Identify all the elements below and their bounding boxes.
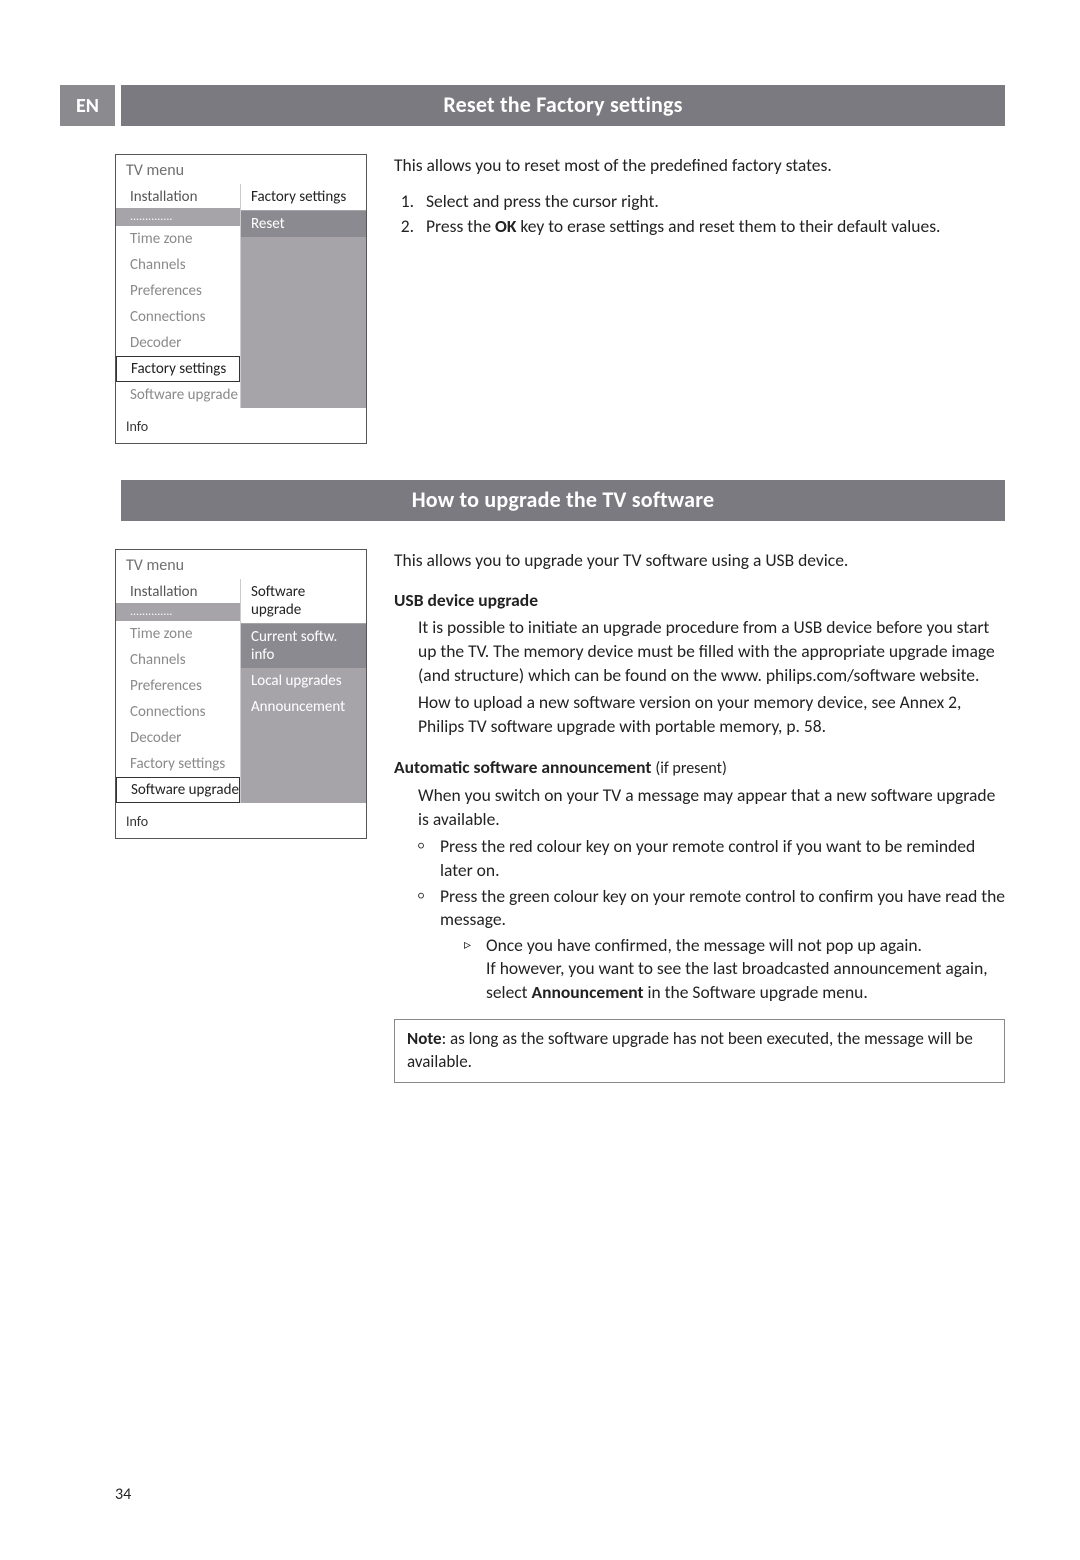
menu-right-head: Software upgrade: [241, 579, 366, 624]
menu-right-head: Factory settings: [241, 184, 366, 211]
menu-item-selected: Software upgrade: [116, 777, 240, 803]
menu-item: Factory settings: [116, 751, 240, 777]
heading-row-1: EN Reset the Factory settings: [60, 85, 1005, 126]
menu-right-item: Current softw. info: [241, 624, 366, 668]
menu-item: Time zone: [116, 621, 240, 647]
section-title-2: How to upgrade the TV software: [121, 480, 1005, 521]
menu-item: Preferences: [116, 673, 240, 699]
menu-item: Connections: [116, 699, 240, 725]
menu-right-item: Announcement: [241, 694, 366, 720]
menu-footer: Info: [116, 803, 366, 838]
menu-subhead: Installation: [116, 184, 240, 208]
menu-item: Channels: [116, 647, 240, 673]
menu-title: TV menu: [116, 155, 366, 184]
section-title-1: Reset the Factory settings: [121, 85, 1005, 126]
bullet-red: Press the red colour key on your remote …: [418, 835, 1005, 882]
page-number: 34: [115, 1485, 131, 1504]
menu-item: Channels: [116, 252, 240, 278]
menu-right-item: Reset: [241, 211, 366, 237]
auto-intro: When you switch on your TV a message may…: [418, 784, 1005, 831]
step-2: Press the OK key to erase settings and r…: [418, 215, 1005, 239]
menu-item: Software upgrade: [116, 382, 240, 408]
menu-dots: ..............: [116, 208, 240, 226]
menu-subhead: Installation: [116, 579, 240, 603]
intro-text-2: This allows you to upgrade your TV softw…: [394, 549, 1005, 573]
bullet-green: Press the green colour key on your remot…: [418, 885, 1005, 1005]
menu-item: Time zone: [116, 226, 240, 252]
usb-p2: How to upload a new software version on …: [418, 691, 1005, 738]
bullet-list: Press the red colour key on your remote …: [394, 835, 1005, 1004]
tri-bullet: Once you have confirmed, the message wil…: [464, 934, 1005, 1005]
usb-p1: It is possible to initiate an upgrade pr…: [418, 616, 1005, 687]
tv-menu-figure-2: TV menu Installation .............. Time…: [115, 549, 367, 839]
note-box: Note: as long as the software upgrade ha…: [394, 1019, 1005, 1083]
menu-item-selected: Factory settings: [116, 356, 240, 382]
menu-title: TV menu: [116, 550, 366, 579]
step-1: Select and press the cursor right.: [418, 190, 1005, 214]
menu-dots: ..............: [116, 603, 240, 621]
menu-item: Connections: [116, 304, 240, 330]
heading-row-2: How to upgrade the TV software: [60, 480, 1005, 521]
usb-heading: USB device upgrade: [394, 589, 1005, 613]
menu-item: Decoder: [116, 330, 240, 356]
language-tab: EN: [60, 85, 115, 126]
intro-text: This allows you to reset most of the pre…: [394, 154, 1005, 178]
section-reset: TV menu Installation .............. Time…: [60, 154, 1005, 444]
menu-item: Decoder: [116, 725, 240, 751]
auto-heading: Automatic software announcement (if pres…: [394, 756, 1005, 780]
tv-menu-figure-1: TV menu Installation .............. Time…: [115, 154, 367, 444]
steps-list: Select and press the cursor right. Press…: [394, 190, 1005, 239]
menu-item: Preferences: [116, 278, 240, 304]
section-upgrade: TV menu Installation .............. Time…: [60, 549, 1005, 1083]
menu-right-item: Local upgrades: [241, 668, 366, 694]
menu-footer: Info: [116, 408, 366, 443]
